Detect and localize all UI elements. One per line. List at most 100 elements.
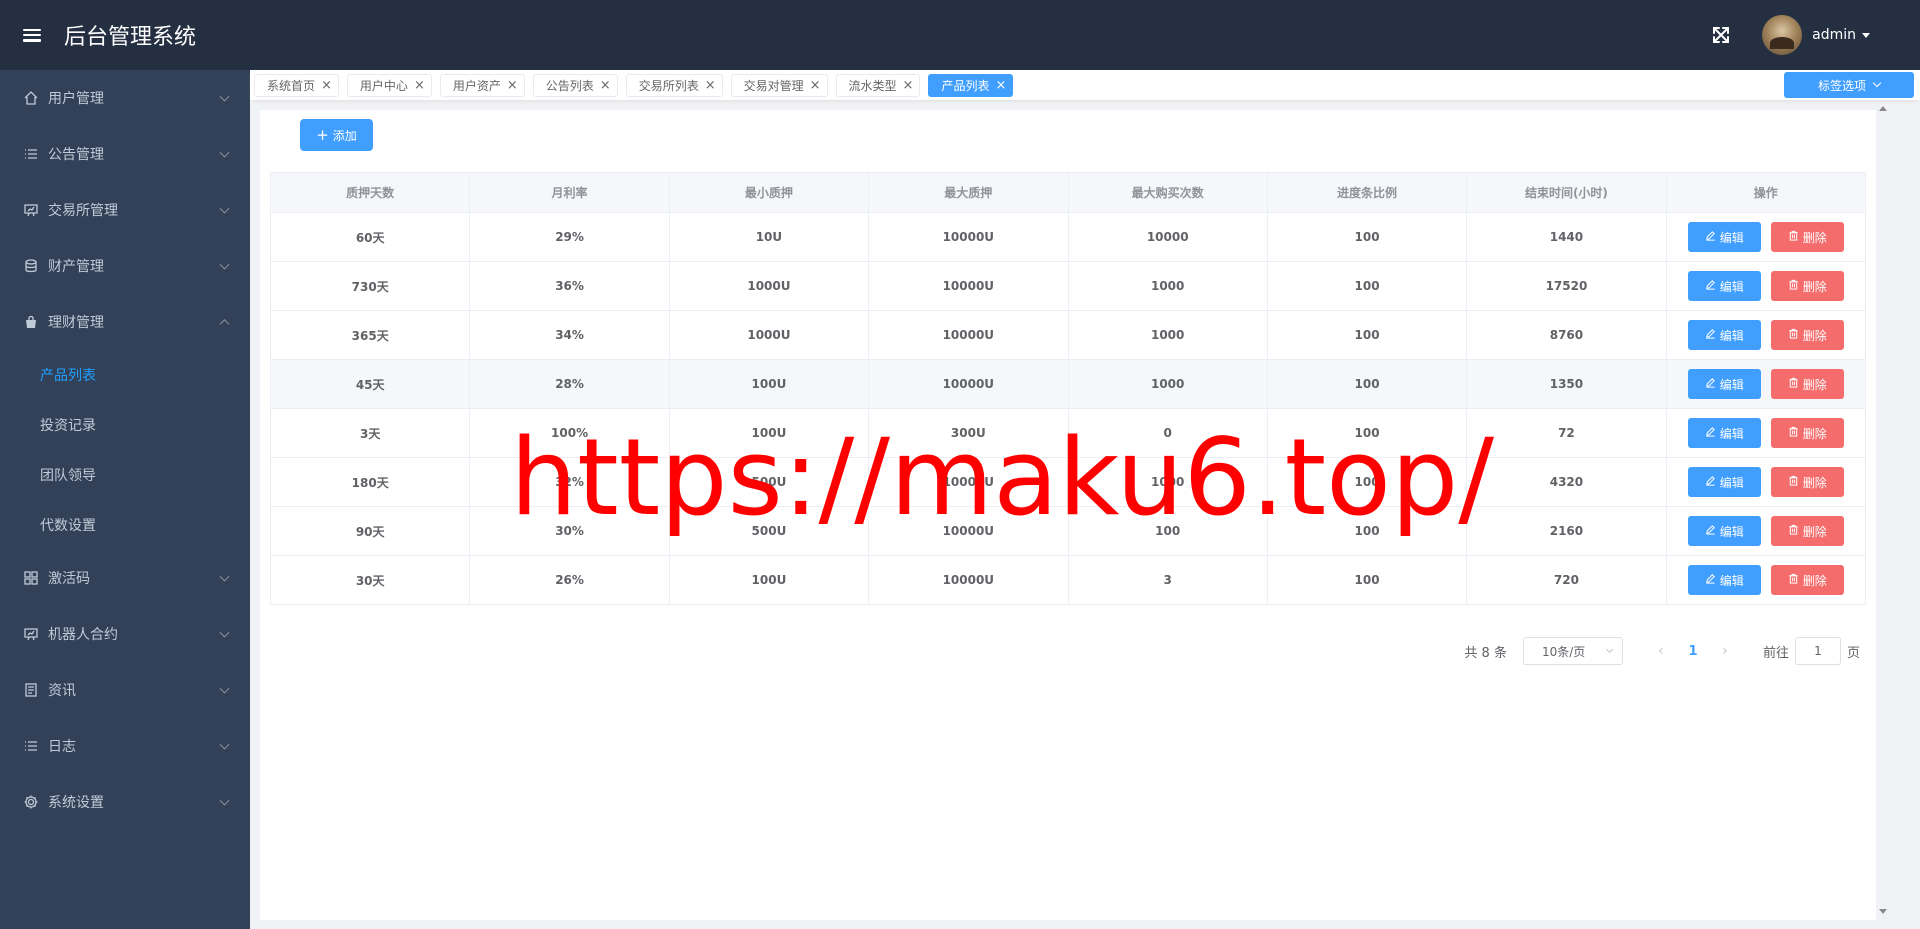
trash-icon [1788, 524, 1803, 538]
tag-user-assets[interactable]: 用户资产 × [439, 73, 525, 97]
table-row[interactable]: 60天 29% 10U 10000U 10000 100 1440 编辑 删除 [270, 212, 1867, 262]
delete-button[interactable]: 删除 [1770, 271, 1844, 301]
tags-options-button[interactable]: 标签选项 [1784, 72, 1914, 98]
sidebar-subitem-investment-records[interactable]: 投资记录 [0, 400, 250, 450]
table-cell: 60天 [270, 212, 471, 262]
delete-button[interactable]: 删除 [1770, 516, 1844, 546]
fullscreen-icon[interactable] [1710, 24, 1732, 46]
trash-icon [1788, 230, 1803, 244]
table-cell-actions: 编辑 删除 [1666, 261, 1867, 311]
table-row[interactable]: 3天 100% 100U 300U 0 100 72 编辑 删除 [270, 408, 1867, 458]
edit-button[interactable]: 编辑 [1687, 516, 1761, 546]
row-actions: 编辑 删除 [1667, 320, 1865, 350]
sidebar-item-system-settings[interactable]: 系统设置 [0, 774, 250, 830]
add-button[interactable]: + 添加 [300, 119, 373, 151]
tag-exchange-list[interactable]: 交易所列表 × [625, 73, 723, 97]
tag-label: 用户资产 [452, 78, 501, 93]
table-cell: 29% [469, 212, 670, 262]
table-header-row: 质押天数 月利率 最小质押 最大质押 最大购买次数 进度条比例 结束时间(小时)… [269, 172, 1867, 213]
tag-label: 流水类型 [848, 78, 897, 93]
tag-flow-type[interactable]: 流水类型 × [835, 73, 921, 97]
tag-trading-pair[interactable]: 交易对管理 × [730, 73, 828, 97]
page-size-select[interactable]: 10条/页 [1522, 637, 1623, 665]
sidebar-item-robot-contract[interactable]: 机器人合约 [0, 606, 250, 662]
database-icon [22, 257, 40, 275]
prev-page-button[interactable]: ‹ [1647, 643, 1675, 659]
sidebar-subitem-team-leader[interactable]: 团队领导 [0, 450, 250, 500]
sidebar-item-activation-code[interactable]: 激活码 [0, 550, 250, 606]
tag-product-list[interactable]: 产品列表 × [928, 73, 1014, 97]
table-cell: 730天 [270, 261, 471, 311]
trash-icon [1788, 426, 1803, 440]
row-actions: 编辑 删除 [1667, 467, 1865, 497]
table-row[interactable]: 730天 36% 1000U 10000U 1000 100 17520 编辑 删除 [270, 261, 1867, 311]
close-icon[interactable]: × [995, 78, 1006, 93]
chevron-down-icon [219, 627, 230, 638]
close-icon[interactable]: × [903, 78, 914, 93]
table-row[interactable]: 90天 30% 500U 10000U 100 100 2160 编辑 删除 [270, 506, 1867, 556]
content-scrollbar[interactable] [1876, 100, 1890, 920]
sidebar-item-exchange-management[interactable]: 交易所管理 [0, 182, 250, 238]
table-row[interactable]: 45天 28% 100U 10000U 1000 100 1350 编辑 删除 [270, 359, 1867, 409]
delete-button[interactable]: 删除 [1770, 222, 1844, 252]
sidebar-item-user-management[interactable]: 用户管理 [0, 70, 250, 126]
next-page-button[interactable]: › [1711, 643, 1739, 659]
table-cell: 36% [469, 261, 670, 311]
collapse-menu-button[interactable] [0, 0, 64, 70]
sidebar-item-asset-management[interactable]: 财产管理 [0, 238, 250, 294]
sidebar-subitem-product-list[interactable]: 产品列表 [0, 350, 250, 400]
goto-suffix: 页 [1846, 645, 1860, 661]
close-icon[interactable]: × [321, 78, 332, 93]
delete-button[interactable]: 删除 [1770, 320, 1844, 350]
close-icon[interactable]: × [705, 78, 716, 93]
edit-button[interactable]: 编辑 [1687, 320, 1761, 350]
table-cell: 45天 [270, 359, 471, 409]
close-icon[interactable]: × [600, 78, 611, 93]
table-row[interactable]: 30天 26% 100U 10000U 3 100 720 编辑 删除 [270, 555, 1867, 605]
chevron-down-icon [219, 683, 230, 694]
avatar[interactable] [1762, 15, 1803, 55]
table-row[interactable]: 180天 32% 500U 10000U 1000 100 4320 编辑 删除 [270, 457, 1867, 507]
delete-button[interactable]: 删除 [1770, 467, 1844, 497]
column-header: 最小质押 [668, 172, 870, 213]
table-cell: 1000U [669, 310, 870, 360]
sidebar-item-notice-management[interactable]: 公告管理 [0, 126, 250, 182]
page-number-current[interactable]: 1 [1675, 644, 1711, 659]
close-icon[interactable]: × [414, 78, 425, 93]
app-title: 后台管理系统 [64, 25, 197, 50]
sidebar-subitem-generation-settings[interactable]: 代数设置 [0, 500, 250, 550]
table-row[interactable]: 365天 34% 1000U 10000U 1000 100 8760 编辑 删除 [270, 310, 1867, 360]
close-icon[interactable]: × [810, 78, 821, 93]
sidebar-item-finance-management[interactable]: 理财管理 [0, 294, 250, 350]
edit-button[interactable]: 编辑 [1687, 467, 1761, 497]
scroll-down-icon[interactable] [1879, 909, 1887, 914]
presentation-icon [22, 625, 40, 643]
edit-button[interactable]: 编辑 [1687, 271, 1761, 301]
user-dropdown[interactable]: admin [1812, 27, 1870, 43]
edit-button-label: 编辑 [1719, 573, 1744, 588]
delete-button[interactable]: 删除 [1770, 565, 1844, 595]
scroll-up-icon[interactable] [1879, 106, 1887, 111]
edit-button[interactable]: 编辑 [1687, 565, 1761, 595]
sidebar-item-logs[interactable]: 日志 [0, 718, 250, 774]
tag-user-center[interactable]: 用户中心 × [346, 73, 432, 97]
sidebar-item-label: 交易所管理 [48, 203, 118, 219]
column-header: 质押天数 [269, 172, 471, 213]
edit-button[interactable]: 编辑 [1687, 418, 1761, 448]
sidebar-item-news[interactable]: 资讯 [0, 662, 250, 718]
delete-button[interactable]: 删除 [1770, 369, 1844, 399]
edit-button[interactable]: 编辑 [1687, 222, 1761, 252]
table-cell: 90天 [270, 506, 471, 556]
close-icon[interactable]: × [507, 78, 518, 93]
delete-button[interactable]: 删除 [1770, 418, 1844, 448]
table-cell: 10000U [868, 555, 1069, 605]
product-table: 质押天数 月利率 最小质押 最大质押 最大购买次数 进度条比例 结束时间(小时)… [269, 172, 1867, 605]
edit-button-label: 编辑 [1719, 475, 1744, 490]
goto-page-input[interactable] [1794, 637, 1841, 665]
tag-system-home[interactable]: 系统首页 × [254, 73, 339, 97]
tag-label: 产品列表 [941, 78, 990, 93]
edit-button[interactable]: 编辑 [1687, 369, 1761, 399]
table-cell: 365天 [270, 310, 471, 360]
table-cell: 1350 [1466, 359, 1667, 409]
tag-notice-list[interactable]: 公告列表 × [532, 73, 618, 97]
